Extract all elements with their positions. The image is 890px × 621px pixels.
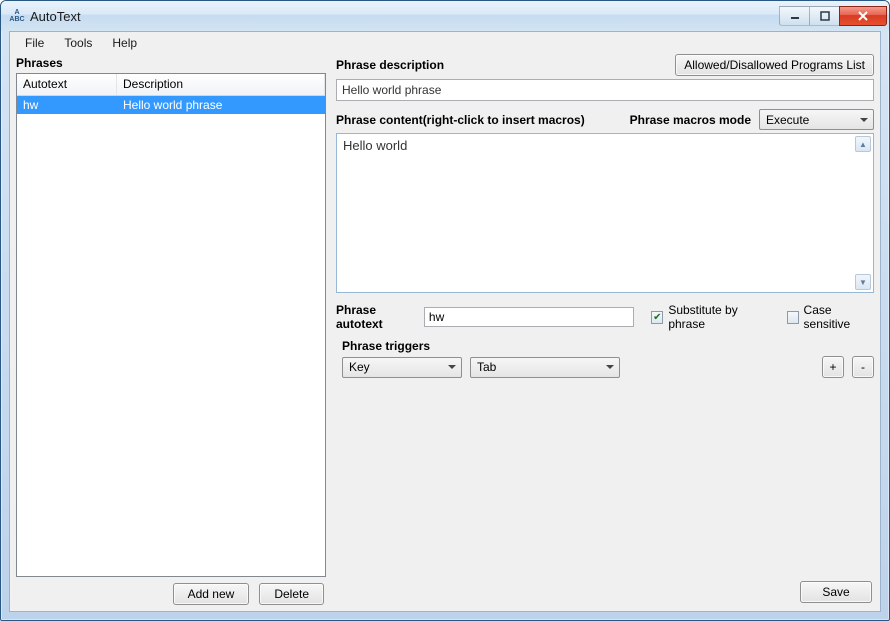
close-button[interactable]	[839, 6, 887, 26]
phrase-autotext-input[interactable]	[424, 307, 634, 327]
macros-mode-label: Phrase macros mode	[630, 113, 751, 127]
list-item[interactable]: hw Hello world phrase	[17, 96, 325, 114]
maximize-button[interactable]	[809, 6, 839, 26]
delete-button[interactable]: Delete	[259, 583, 324, 605]
phrases-list[interactable]: Autotext Description hw Hello world phra…	[16, 73, 326, 577]
app-icon: AABC	[9, 8, 25, 24]
menu-tools[interactable]: Tools	[55, 34, 101, 52]
case-checkbox[interactable]	[787, 311, 799, 324]
substitute-checkbox-wrap[interactable]: Substitute by phrase	[651, 303, 767, 331]
programs-list-button[interactable]: Allowed/Disallowed Programs List	[675, 54, 874, 76]
cell-description: Hello world phrase	[117, 97, 325, 113]
trigger-value-select[interactable]: Tab	[470, 357, 620, 378]
phrases-list-header: Autotext Description	[17, 74, 325, 96]
menubar: File Tools Help	[10, 32, 880, 54]
macros-mode-select[interactable]: Execute	[759, 109, 874, 130]
trigger-type-select[interactable]: Key	[342, 357, 462, 378]
remove-trigger-button[interactable]: -	[852, 356, 874, 378]
client-area: File Tools Help Phrases Autotext Descrip…	[9, 31, 881, 612]
window-title: AutoText	[30, 9, 779, 24]
substitute-checkbox[interactable]	[651, 311, 663, 324]
minimize-button[interactable]	[779, 6, 809, 26]
scroll-up-icon[interactable]: ▲	[855, 136, 871, 152]
triggers-label: Phrase triggers	[342, 339, 874, 353]
titlebar[interactable]: AABC AutoText	[1, 1, 889, 31]
editor-panel: Phrase description Allowed/Disallowed Pr…	[336, 54, 874, 605]
phrases-panel: Phrases Autotext Description hw Hello wo…	[16, 54, 326, 605]
cell-autotext: hw	[17, 97, 117, 113]
menu-help[interactable]: Help	[103, 34, 146, 52]
phrase-desc-label: Phrase description	[336, 58, 444, 72]
add-new-button[interactable]: Add new	[173, 583, 250, 605]
app-window: AABC AutoText File Tools Help Phrases Au…	[0, 0, 890, 621]
phrase-content-input[interactable]: Hello world ▲ ▼	[336, 133, 874, 293]
phrase-desc-input[interactable]: Hello world phrase	[336, 79, 874, 101]
substitute-label: Substitute by phrase	[668, 303, 767, 331]
phrases-label: Phrases	[16, 54, 326, 73]
scroll-down-icon[interactable]: ▼	[855, 274, 871, 290]
col-description[interactable]: Description	[117, 74, 325, 95]
case-label: Case sensitive	[804, 303, 874, 331]
menu-file[interactable]: File	[16, 34, 53, 52]
add-trigger-button[interactable]: +	[822, 356, 844, 378]
content-scrollbar[interactable]: ▲ ▼	[855, 136, 871, 290]
phrase-content-label: Phrase content(right-click to insert mac…	[336, 113, 585, 127]
save-button[interactable]: Save	[800, 581, 872, 603]
case-checkbox-wrap[interactable]: Case sensitive	[787, 303, 874, 331]
phrase-autotext-label: Phrase autotext	[336, 303, 418, 331]
col-autotext[interactable]: Autotext	[17, 74, 117, 95]
